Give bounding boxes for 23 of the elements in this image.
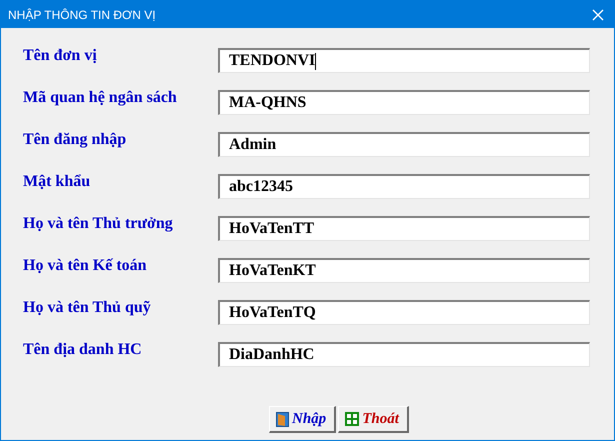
window-title: NHẬP THÔNG TIN ĐƠN VỊ [8,8,156,22]
field-label: Họ và tên Thủ trưởng [23,214,174,232]
input-field[interactable]: MA-QHNS [218,90,590,115]
input-field[interactable]: HoVaTenTQ [218,300,590,325]
door-icon [276,412,289,426]
input-field[interactable]: HoVaTenTT [218,216,590,241]
field-label: Họ và tên Thủ quỹ [23,298,152,316]
close-button[interactable] [590,6,606,22]
field-label: Tên đơn vị [23,46,98,64]
enter-button[interactable]: Nhập [269,406,336,433]
input-field[interactable]: Admin [218,132,590,157]
close-icon [592,8,604,20]
input-field[interactable]: HoVaTenKT [218,258,590,283]
field-label: Tên địa danh HC [23,340,143,358]
field-label: Mật khẩu [23,172,92,190]
field-label: Mã quan hệ ngân sách [23,88,178,106]
grid-icon [345,412,360,426]
field-label: Tên đăng nhập [23,130,128,148]
field-label: Họ và tên Kế toán [23,256,148,274]
exit-button[interactable]: Thoát [338,406,409,433]
input-field[interactable]: TENDONVI [218,48,590,73]
input-field[interactable]: DiaDanhHC [218,342,590,367]
input-field[interactable]: abc12345 [218,174,590,199]
